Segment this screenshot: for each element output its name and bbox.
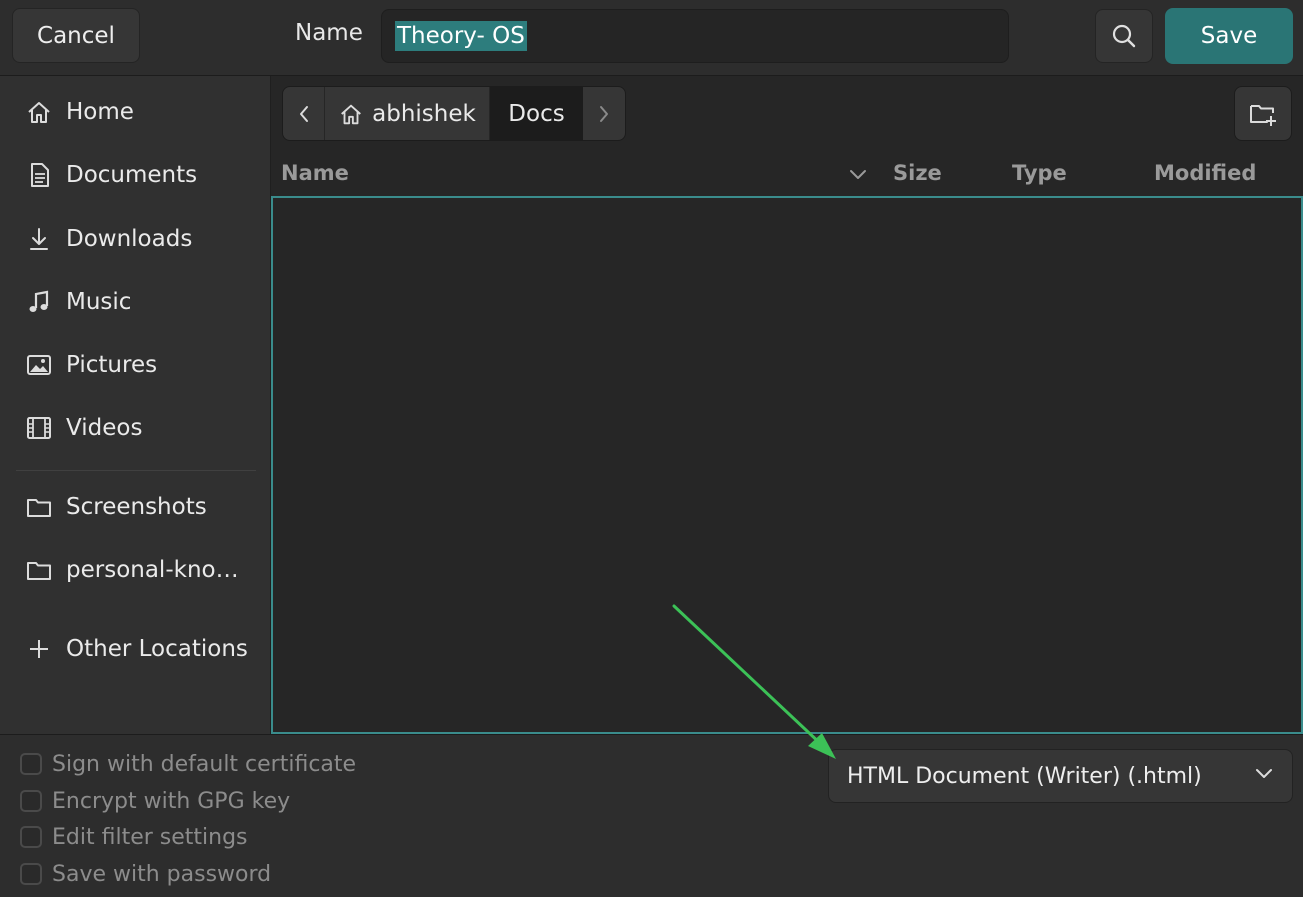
path-segment-current[interactable]: Docs [490, 87, 583, 140]
checkbox[interactable] [20, 790, 42, 812]
option-label: Save with password [52, 861, 272, 887]
file-browser-pane: abhishek Docs Name Size Type Modified [271, 76, 1303, 734]
path-segment-label: Docs [508, 100, 565, 127]
file-list[interactable] [271, 196, 1303, 734]
sidebar-item-videos[interactable]: Videos [0, 403, 270, 453]
new-folder-icon [1250, 104, 1276, 126]
path-forward-button[interactable] [583, 87, 625, 140]
search-icon [1112, 24, 1136, 48]
file-type-dropdown[interactable]: HTML Document (Writer) (.html) [828, 749, 1293, 803]
save-button[interactable]: Save [1165, 8, 1293, 64]
option-label: Encrypt with GPG key [52, 788, 291, 814]
option-sign-certificate[interactable]: Sign with default certificate [20, 749, 356, 779]
home-icon [24, 97, 54, 127]
column-size[interactable]: Size [893, 161, 942, 185]
sidebar-item-screenshots[interactable]: Screenshots [0, 482, 270, 532]
download-icon [24, 224, 54, 254]
sidebar-item-label: Downloads [66, 226, 193, 252]
sidebar-item-label: Screenshots [66, 494, 207, 520]
sidebar-item-label: Home [66, 99, 134, 125]
sidebar-item-pictures[interactable]: Pictures [0, 340, 270, 390]
sidebar-item-label: Pictures [66, 352, 158, 378]
chevron-down-icon[interactable] [848, 168, 868, 182]
sidebar-item-label: Other Locations [66, 636, 248, 662]
folder-icon [24, 555, 54, 585]
sidebar-item-label: Music [66, 289, 132, 315]
checkbox[interactable] [20, 753, 42, 775]
chevron-left-icon [299, 105, 308, 122]
sidebar-item-label: personal-kno… [66, 557, 239, 583]
filename-input[interactable]: Theory- OS [381, 9, 1009, 63]
chevron-right-icon [600, 105, 608, 122]
sidebar-item-label: Documents [66, 162, 198, 188]
film-icon [24, 413, 54, 443]
sidebar-item-documents[interactable]: Documents [0, 150, 270, 200]
folder-icon [24, 492, 54, 522]
new-folder-button[interactable] [1234, 86, 1292, 141]
checkbox[interactable] [20, 826, 42, 848]
option-label: Edit filter settings [52, 824, 248, 850]
music-note-icon [24, 287, 54, 317]
checkbox[interactable] [20, 863, 42, 885]
picture-icon [24, 350, 54, 380]
column-type[interactable]: Type [1012, 161, 1067, 185]
filename-value: Theory- OS [395, 21, 527, 51]
sidebar-item-music[interactable]: Music [0, 277, 270, 327]
plus-icon [24, 634, 54, 664]
sidebar-item-downloads[interactable]: Downloads [0, 214, 270, 264]
option-encrypt-gpg[interactable]: Encrypt with GPG key [20, 786, 290, 816]
name-label: Name [295, 20, 363, 46]
dialog-footer: Sign with default certificate Encrypt wi… [0, 734, 1303, 897]
path-bar: abhishek Docs [282, 86, 626, 141]
file-type-value: HTML Document (Writer) (.html) [847, 763, 1202, 789]
path-segment-home[interactable]: abhishek [325, 87, 490, 140]
path-segment-label: abhishek [372, 100, 476, 127]
document-icon [24, 160, 54, 190]
dialog-header: Cancel Name Theory- OS Save [0, 0, 1303, 76]
path-back-button[interactable] [283, 87, 325, 140]
sidebar-item-other-locations[interactable]: Other Locations [0, 624, 270, 674]
sidebar-separator [16, 470, 256, 471]
cancel-button[interactable]: Cancel [12, 8, 140, 63]
search-button[interactable] [1095, 9, 1153, 63]
column-headers: Name Size Type Modified [271, 156, 1303, 194]
sidebar-item-personal-knowledge[interactable]: personal-kno… [0, 545, 270, 595]
option-save-password[interactable]: Save with password [20, 859, 271, 889]
option-label: Sign with default certificate [52, 751, 357, 777]
option-edit-filter[interactable]: Edit filter settings [20, 822, 248, 852]
sidebar-item-label: Videos [66, 415, 143, 441]
column-name[interactable]: Name [281, 161, 349, 185]
column-modified[interactable]: Modified [1154, 161, 1256, 185]
chevron-down-icon [1256, 769, 1272, 778]
places-sidebar: Home Documents Downloads Music Pictures … [0, 76, 271, 734]
home-icon [341, 104, 362, 124]
sidebar-item-home[interactable]: Home [0, 87, 270, 137]
